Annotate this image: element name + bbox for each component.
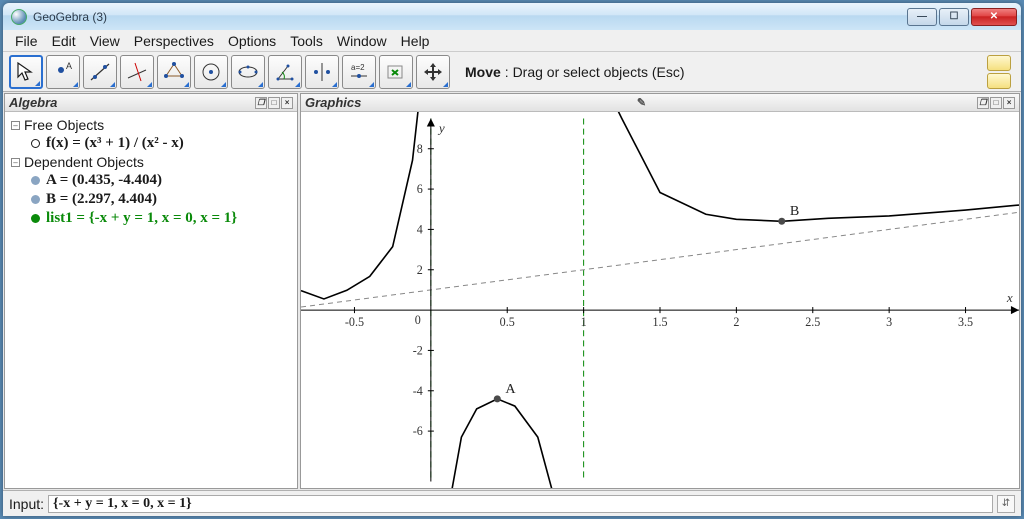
menubar: File Edit View Perspectives Options Tool… bbox=[3, 30, 1021, 52]
algebra-title: Algebra bbox=[9, 95, 254, 110]
menu-help[interactable]: Help bbox=[395, 31, 436, 51]
text-tool[interactable] bbox=[379, 55, 413, 89]
svg-text:2: 2 bbox=[733, 315, 739, 329]
svg-text:-4: -4 bbox=[413, 384, 423, 398]
circle-tool[interactable] bbox=[194, 55, 228, 89]
input-field[interactable]: {-x + y = 1, x = 0, x = 1} bbox=[48, 495, 993, 513]
svg-text:6: 6 bbox=[417, 182, 423, 196]
point-tool[interactable]: A bbox=[46, 55, 80, 89]
object-dot bbox=[31, 176, 40, 185]
perpendicular-tool[interactable] bbox=[120, 55, 154, 89]
svg-text:y: y bbox=[437, 121, 445, 136]
toolbar: A a=2 bbox=[3, 52, 1021, 92]
svg-text:A: A bbox=[66, 61, 72, 71]
maximize-button[interactable]: ☐ bbox=[939, 8, 969, 26]
undo-button[interactable] bbox=[987, 55, 1011, 71]
window-title: GeoGebra (3) bbox=[33, 10, 905, 24]
algebra-tree: – Free Objects f(x) = (x³ + 1) / (x² - x… bbox=[5, 112, 297, 488]
dependent-objects-label: Dependent Objects bbox=[24, 154, 144, 170]
svg-text:B: B bbox=[790, 203, 799, 219]
move-tool[interactable] bbox=[9, 55, 43, 89]
graphics-title: Graphics bbox=[305, 95, 635, 110]
object-dot bbox=[31, 139, 40, 148]
line-tool[interactable] bbox=[83, 55, 117, 89]
main-area: Algebra ❐ □ × – Free Objects f(x) = (x³ … bbox=[3, 92, 1021, 490]
plot-canvas[interactable]: -0.5 0.5 1 1.5 2 2.5 3 3.5 -6 -4 -2 2 4 6 8 0 x y A B bbox=[301, 112, 1019, 488]
tool-hint-desc: : Drag or select objects (Esc) bbox=[505, 64, 685, 80]
panel-detach-icon[interactable]: □ bbox=[268, 97, 280, 109]
dependent-objects-category[interactable]: – Dependent Objects bbox=[11, 154, 291, 170]
algebra-panel: Algebra ❐ □ × – Free Objects f(x) = (x³ … bbox=[4, 93, 298, 489]
menu-tools[interactable]: Tools bbox=[284, 31, 329, 51]
input-label: Input: bbox=[9, 496, 44, 512]
panel-close-icon[interactable]: × bbox=[281, 97, 293, 109]
graphics-view[interactable]: -0.5 0.5 1 1.5 2 2.5 3 3.5 -6 -4 -2 2 4 6 8 0 x y A B bbox=[301, 112, 1019, 488]
minimize-button[interactable]: — bbox=[907, 8, 937, 26]
svg-text:-6: -6 bbox=[413, 424, 423, 438]
tree-item-list1[interactable]: list1 = {-x + y = 1, x = 0, x = 1} bbox=[11, 209, 291, 228]
graphics-header[interactable]: Graphics ✎ ❐ □ × bbox=[301, 94, 1019, 112]
svg-text:2.5: 2.5 bbox=[805, 315, 820, 329]
graphics-panel: Graphics ✎ ❐ □ × -0.5 0.5 1 1.5 2 2.5 3 3.5 -6 -4… bbox=[300, 93, 1020, 489]
reflect-tool[interactable] bbox=[305, 55, 339, 89]
angle-tool[interactable] bbox=[268, 55, 302, 89]
input-help-icon[interactable]: ⇵ bbox=[997, 495, 1015, 513]
svg-text:0: 0 bbox=[415, 313, 421, 327]
app-icon bbox=[11, 9, 27, 25]
tool-hint-name: Move bbox=[465, 64, 501, 80]
app-window: GeoGebra (3) — ☐ ✕ File Edit View Perspe… bbox=[3, 3, 1021, 516]
svg-text:a=2: a=2 bbox=[351, 63, 365, 72]
undo-redo-group bbox=[987, 55, 1015, 89]
object-dot bbox=[31, 214, 40, 223]
svg-text:8: 8 bbox=[417, 142, 423, 156]
svg-text:0.5: 0.5 bbox=[500, 315, 515, 329]
menu-view[interactable]: View bbox=[84, 31, 126, 51]
tree-item-a[interactable]: A = (0.435, -4.404) bbox=[11, 171, 291, 190]
svg-text:3.5: 3.5 bbox=[958, 315, 973, 329]
object-label: list1 = {-x + y = 1, x = 0, x = 1} bbox=[46, 210, 237, 227]
conic-tool[interactable] bbox=[231, 55, 265, 89]
panel-window-icon[interactable]: ❐ bbox=[255, 97, 267, 109]
object-label: f(x) = (x³ + 1) / (x² - x) bbox=[46, 135, 184, 152]
svg-text:-2: -2 bbox=[413, 343, 423, 357]
window-buttons: — ☐ ✕ bbox=[905, 8, 1017, 26]
svg-text:1.5: 1.5 bbox=[652, 315, 667, 329]
tool-hint: Move : Drag or select objects (Esc) bbox=[453, 64, 980, 80]
object-label: B = (2.297, 4.404) bbox=[46, 191, 157, 208]
menu-options[interactable]: Options bbox=[222, 31, 282, 51]
svg-text:2: 2 bbox=[417, 263, 423, 277]
tree-item-f[interactable]: f(x) = (x³ + 1) / (x² - x) bbox=[11, 134, 291, 153]
object-label: A = (0.435, -4.404) bbox=[46, 172, 162, 189]
menu-file[interactable]: File bbox=[9, 31, 44, 51]
menu-window[interactable]: Window bbox=[331, 31, 393, 51]
svg-text:4: 4 bbox=[417, 222, 423, 236]
free-objects-label: Free Objects bbox=[24, 117, 104, 133]
tree-item-b[interactable]: B = (2.297, 4.404) bbox=[11, 190, 291, 209]
svg-text:1: 1 bbox=[581, 315, 587, 329]
object-dot bbox=[31, 195, 40, 204]
algebra-header[interactable]: Algebra ❐ □ × bbox=[5, 94, 297, 112]
free-objects-category[interactable]: – Free Objects bbox=[11, 117, 291, 133]
menu-perspectives[interactable]: Perspectives bbox=[128, 31, 220, 51]
pencil-icon[interactable]: ✎ bbox=[637, 96, 646, 109]
titlebar[interactable]: GeoGebra (3) — ☐ ✕ bbox=[3, 3, 1021, 30]
move-view-tool[interactable] bbox=[416, 55, 450, 89]
close-button[interactable]: ✕ bbox=[971, 8, 1017, 26]
panel-close-icon[interactable]: × bbox=[1003, 97, 1015, 109]
menu-edit[interactable]: Edit bbox=[46, 31, 82, 51]
redo-button[interactable] bbox=[987, 73, 1011, 89]
panel-detach-icon[interactable]: □ bbox=[990, 97, 1002, 109]
svg-text:-0.5: -0.5 bbox=[345, 315, 364, 329]
svg-text:x: x bbox=[1006, 290, 1013, 305]
collapse-icon[interactable]: – bbox=[11, 121, 20, 130]
svg-text:3: 3 bbox=[886, 315, 892, 329]
collapse-icon[interactable]: – bbox=[11, 158, 20, 167]
svg-text:A: A bbox=[505, 381, 516, 397]
polygon-tool[interactable] bbox=[157, 55, 191, 89]
panel-window-icon[interactable]: ❐ bbox=[977, 97, 989, 109]
slider-tool[interactable]: a=2 bbox=[342, 55, 376, 89]
input-bar: Input: {-x + y = 1, x = 0, x = 1} ⇵ bbox=[3, 490, 1021, 516]
